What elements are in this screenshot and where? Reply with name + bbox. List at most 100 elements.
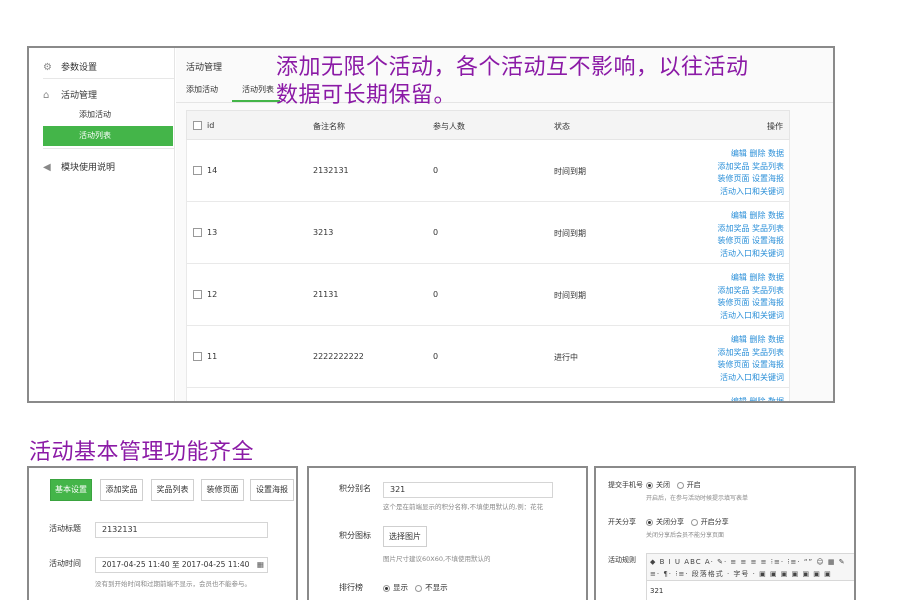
cell-status: 时间到期: [554, 229, 586, 238]
inbox-icon: ⌂: [43, 90, 50, 101]
entry-keyword-link[interactable]: 活动入口和关键词: [717, 372, 784, 385]
alias-hint: 这个是在前端显示的积分名称,不填使用默认的,例：花花: [383, 503, 544, 511]
table-header: id 备注名称 参与人数 状态 操作: [186, 110, 790, 140]
rank-hide-radio[interactable]: [415, 584, 423, 592]
title-label: 活动标题: [49, 524, 81, 533]
title-input[interactable]: 2132131: [95, 522, 268, 538]
tab-activity-list[interactable]: 活动列表: [242, 84, 274, 95]
basic-settings-panel: 基本设置 添加奖品 奖品列表 装修页面 设置海报 活动标题 2132131 活动…: [27, 466, 298, 600]
activity-options-panel: 提交手机号 关闭 开启 开启后，在参与活动时候提示填写表单 开关分享 关闭分享 …: [594, 466, 856, 600]
share-label: 开关分享: [608, 518, 636, 526]
row-checkbox[interactable]: [193, 352, 202, 361]
share-radio-group: 关闭分享 开启分享: [646, 517, 729, 527]
edit-delete-data-links[interactable]: 编辑 删除 数据: [731, 396, 784, 401]
entry-keyword-link[interactable]: 活动入口和关键词: [717, 248, 784, 261]
tab-basic-settings[interactable]: 基本设置: [50, 479, 92, 501]
table-row: 12 21131 0 时间到期 编辑 删除 数据 添加奖品 奖品列表 装修页面 …: [186, 264, 790, 326]
time-range-input[interactable]: 2017-04-25 11:40 至 2017-04-25 11:40 ▦: [95, 557, 268, 573]
megaphone-icon: ◀: [43, 162, 51, 173]
select-image-button[interactable]: 选择图片: [383, 526, 427, 547]
time-label: 活动时间: [49, 559, 81, 568]
row-checkbox[interactable]: [193, 166, 202, 175]
phone-radio-group: 关闭 开启: [646, 480, 701, 490]
phone-off-radio[interactable]: [646, 481, 653, 489]
decorate-poster-links[interactable]: 装修页面 设置海报: [717, 359, 784, 372]
row-actions: 编辑 删除 数据 添加奖品 奖品列表 装修页面 设置海报 活动入口和关键词: [717, 148, 784, 198]
alias-input[interactable]: 321: [383, 482, 553, 498]
edit-delete-data-links[interactable]: 编辑 删除 数据: [717, 272, 784, 285]
cell-participants: 0: [433, 290, 439, 299]
edit-delete-data-links[interactable]: 编辑 删除 数据: [717, 334, 784, 347]
cell-participants: 0: [433, 166, 439, 175]
rich-text-toolbar[interactable]: ◆ B I U ABC A· ✎· ≡ ≡ ≡ ≡ ⁝≡· ⁝≡· “” ☺ ▦…: [646, 553, 854, 581]
prize-links[interactable]: 添加奖品 奖品列表: [717, 285, 784, 298]
feature-caption-line1: 添加无限个活动，各个活动互不影响，以往活动: [276, 55, 749, 80]
phone-label: 提交手机号: [608, 481, 643, 489]
cell-id: 12: [207, 290, 218, 299]
gear-icon: ⚙: [43, 62, 52, 73]
feature-caption: 添加无限个活动，各个活动互不影响，以往活动 数据可长期保留。: [276, 54, 796, 110]
sidebar-item-module-help[interactable]: ◀ 模块使用说明: [43, 160, 174, 173]
sidebar: ⚙ 参数设置 ⌂ 活动管理 添加活动 活动列表 ◀ 模块使用说明: [29, 48, 175, 401]
sidebar-divider: [43, 78, 174, 79]
sidebar-item-add-activity[interactable]: 添加活动: [43, 105, 173, 125]
rules-editor[interactable]: 321: [646, 581, 854, 600]
toolbar-row-2[interactable]: ≡· ¶· ⁝≡· 段落格式 · 字号 · ▣ ▣ ▣ ▣ ▣ ▣ ▣: [650, 568, 852, 580]
col-name: 备注名称: [313, 122, 345, 131]
alias-label: 积分别名: [339, 484, 371, 493]
phone-on-radio[interactable]: [676, 481, 684, 489]
cell-participants: 0: [433, 228, 439, 237]
row-checkbox[interactable]: [193, 290, 202, 299]
cell-status: 进行中: [554, 353, 578, 362]
cell-name: 2222222222: [313, 352, 364, 361]
sidebar-divider: [43, 148, 174, 149]
share-off-radio[interactable]: [646, 518, 653, 526]
prize-links[interactable]: 添加奖品 奖品列表: [717, 223, 784, 236]
decorate-poster-links[interactable]: 装修页面 设置海报: [717, 235, 784, 248]
calendar-icon: ▦: [256, 560, 264, 569]
row-actions: 编辑 删除 数据 添加奖品 奖品列表 装修页面 设置海报 活动入口和关键词: [717, 334, 784, 384]
col-status: 状态: [554, 122, 570, 131]
time-hint: 没有到开始时间和过期前端不显示，会员也不能参与。: [95, 580, 251, 588]
tab-prize-list[interactable]: 奖品列表: [151, 479, 194, 501]
rank-radio-group: 显示 不显示: [383, 582, 448, 593]
row-checkbox[interactable]: [193, 228, 202, 237]
tab-decorate-page[interactable]: 装修页面: [201, 479, 244, 501]
entry-keyword-link[interactable]: 活动入口和关键词: [717, 186, 784, 199]
select-all-checkbox[interactable]: [193, 121, 202, 130]
decorate-poster-links[interactable]: 装修页面 设置海报: [717, 297, 784, 310]
cell-id: 11: [207, 352, 218, 361]
toolbar-row-1[interactable]: ◆ B I U ABC A· ✎· ≡ ≡ ≡ ≡ ⁝≡· ⁝≡· “” ☺ ▦…: [650, 556, 852, 568]
entry-keyword-link[interactable]: 活动入口和关键词: [717, 310, 784, 323]
prize-links[interactable]: 添加奖品 奖品列表: [717, 347, 784, 360]
sidebar-item-activity-list[interactable]: 活动列表: [43, 126, 173, 146]
edit-delete-data-links[interactable]: 编辑 删除 数据: [717, 148, 784, 161]
rank-show-radio[interactable]: [383, 584, 390, 592]
points-settings-panel: 积分别名 321 这个是在前端显示的积分名称,不填使用默认的,例：花花 积分图标…: [307, 466, 588, 600]
table-row: 11 2222222222 0 进行中 编辑 删除 数据 添加奖品 奖品列表 装…: [186, 326, 790, 388]
col-ops: 操作: [767, 122, 783, 131]
sidebar-item-activity-mgmt[interactable]: ⌂ 活动管理: [43, 88, 174, 101]
prize-links[interactable]: 添加奖品 奖品列表: [717, 161, 784, 174]
decorate-poster-links[interactable]: 装修页面 设置海报: [717, 173, 784, 186]
cell-name: 21131: [313, 290, 339, 299]
activity-table: id 备注名称 参与人数 状态 操作 14 2132131 0 时间到期 编辑 …: [186, 110, 790, 401]
sidebar-item-settings[interactable]: ⚙ 参数设置: [43, 60, 174, 73]
phone-hint: 开启后，在参与活动时候提示填写表单: [646, 495, 749, 502]
table-row: 14 2132131 0 时间到期 编辑 删除 数据 添加奖品 奖品列表 装修页…: [186, 140, 790, 202]
share-on-radio[interactable]: [690, 518, 698, 526]
col-participants: 参与人数: [433, 122, 465, 131]
rank-label: 排行榜: [339, 583, 363, 592]
row-actions: 编辑 删除 数据: [731, 396, 784, 401]
page-title: 活动管理: [186, 63, 223, 73]
tab-add-activity[interactable]: 添加活动: [186, 84, 218, 95]
tab-add-prize[interactable]: 添加奖品: [100, 479, 143, 501]
section-heading: 活动基本管理功能齐全: [29, 440, 255, 465]
feature-caption-line2: 数据可长期保留。: [276, 83, 457, 108]
tab-set-poster[interactable]: 设置海报: [250, 479, 294, 501]
table-row: 13 3213 0 时间到期 编辑 删除 数据 添加奖品 奖品列表 装修页面 设…: [186, 202, 790, 264]
edit-delete-data-links[interactable]: 编辑 删除 数据: [717, 210, 784, 223]
row-actions: 编辑 删除 数据 添加奖品 奖品列表 装修页面 设置海报 活动入口和关键词: [717, 272, 784, 322]
cell-name: 2132131: [313, 166, 349, 175]
row-actions: 编辑 删除 数据 添加奖品 奖品列表 装修页面 设置海报 活动入口和关键词: [717, 210, 784, 260]
